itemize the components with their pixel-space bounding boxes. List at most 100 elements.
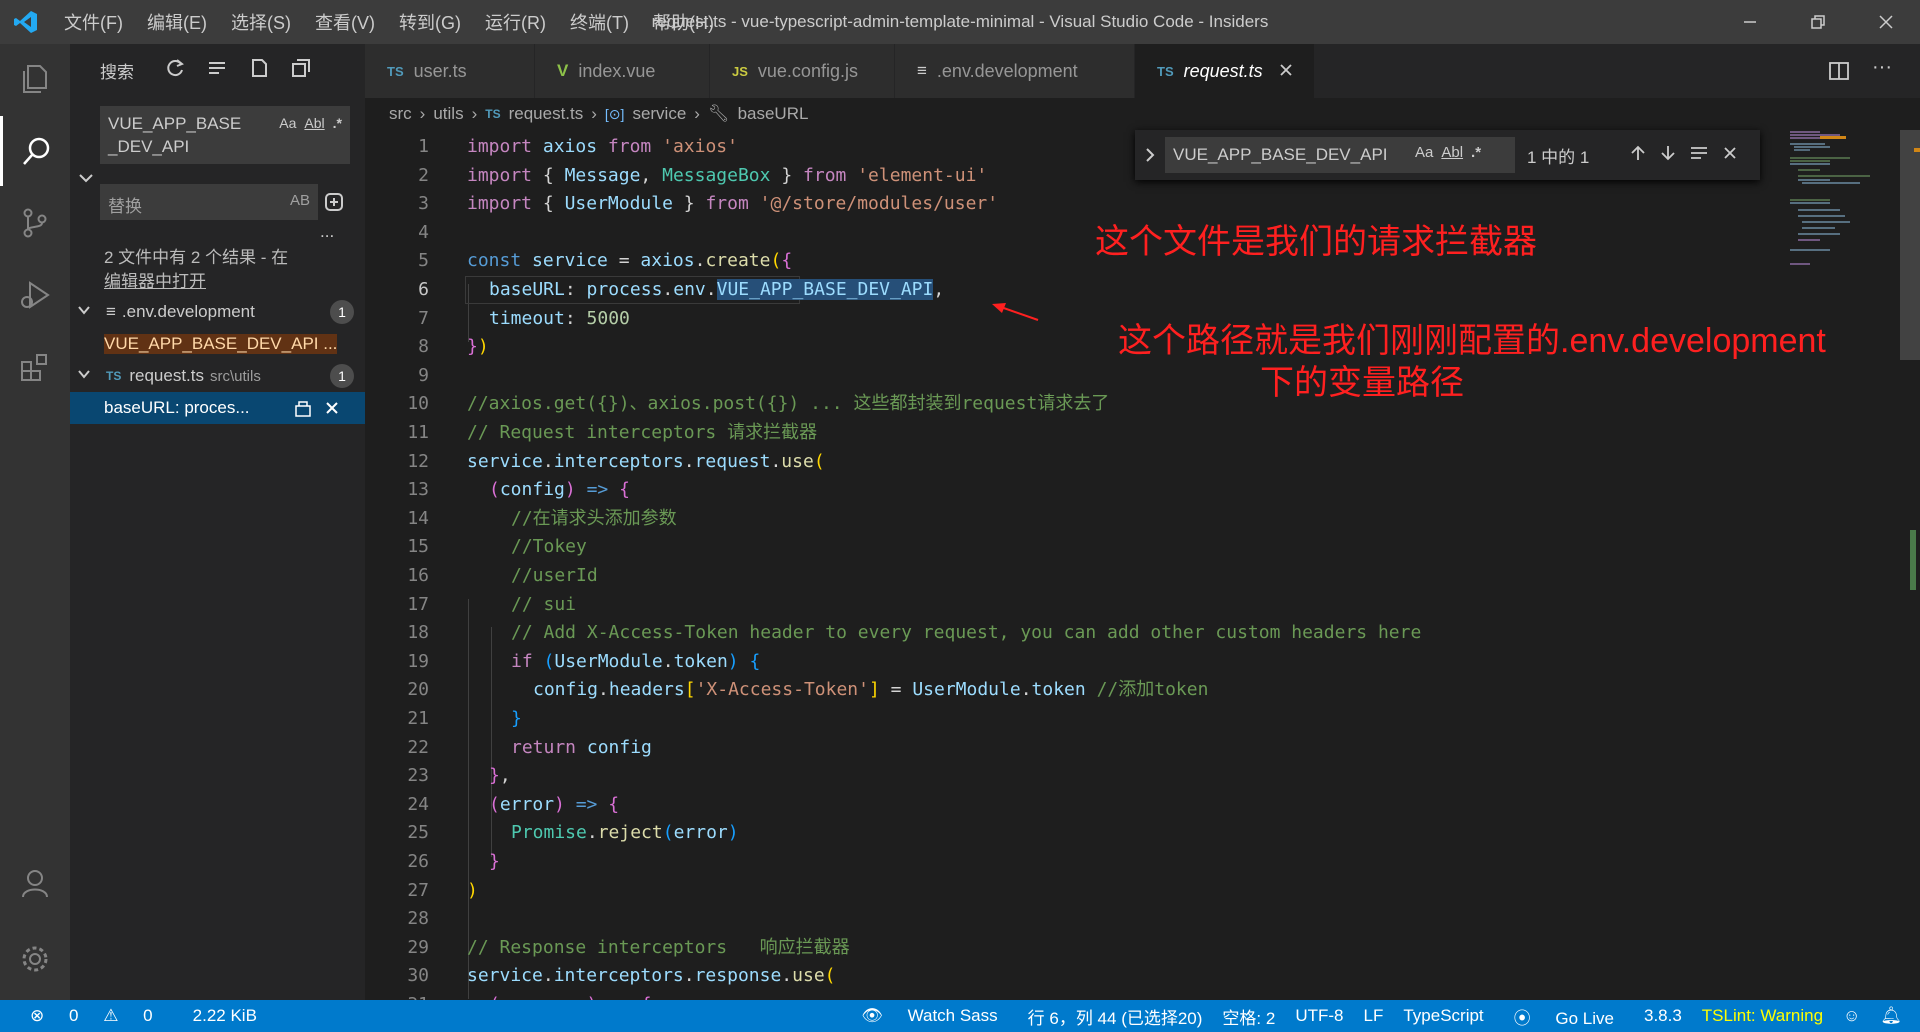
menu-run[interactable]: 运行(R) xyxy=(473,9,558,35)
accounts-icon[interactable] xyxy=(0,848,70,918)
search-sidebar: 搜索 VUE_APP_BASE _DEV_API Aa Abl .* 替换 AB… xyxy=(70,44,365,1000)
tab-label: request.ts xyxy=(1183,60,1263,81)
typescript-file-icon: TS xyxy=(106,369,122,383)
toggle-replace-chevron-icon[interactable] xyxy=(1143,146,1157,169)
status-bar: ⊗ 0 ⚠ 0 2.22 KiB 👁︎ Watch Sass 行 6，列 44 … xyxy=(0,1000,1920,1032)
go-live-button[interactable]: ⦿ Go Live xyxy=(1494,1004,1634,1029)
search-icon[interactable] xyxy=(0,116,70,186)
search-input-line2: _DEV_API xyxy=(108,137,190,156)
breadcrumb-service[interactable]: service xyxy=(632,104,686,124)
close-window-icon[interactable] xyxy=(1852,0,1920,44)
breadcrumb-baseurl[interactable]: baseURL xyxy=(738,104,809,124)
new-search-editor-icon[interactable] xyxy=(248,57,270,84)
minimize-icon[interactable] xyxy=(1716,0,1784,44)
replace-all-icon[interactable] xyxy=(322,190,346,219)
chevron-right-icon: › xyxy=(419,104,426,123)
watch-sass-button[interactable]: 👁︎ Watch Sass xyxy=(841,1006,1017,1026)
find-input[interactable]: VUE_APP_BASE_DEV_API Aa Abl .* xyxy=(1165,137,1515,173)
menu-file[interactable]: 文件(F) xyxy=(52,9,135,35)
menu-terminal[interactable]: 终端(T) xyxy=(558,9,641,35)
clear-results-icon[interactable] xyxy=(206,57,228,84)
title-bar: 文件(F) 编辑(E) 选择(S) 查看(V) 转到(G) 运行(R) 终端(T… xyxy=(0,0,1920,44)
file-lines-icon: ≡ xyxy=(917,61,927,80)
result-match-request[interactable]: baseURL: proces... xyxy=(70,392,365,424)
settings-gear-icon[interactable] xyxy=(0,924,70,994)
annotation-path-note-line2: 下的变量路径 xyxy=(1260,364,1464,402)
scrollbar-match-marker xyxy=(1914,148,1920,152)
breadcrumb-src[interactable]: src xyxy=(389,104,412,124)
annotation-arrow-icon xyxy=(990,300,1040,329)
explorer-icon[interactable] xyxy=(0,44,70,114)
dismiss-match-icon[interactable] xyxy=(324,400,340,421)
end-of-line[interactable]: LF xyxy=(1354,1006,1394,1026)
extensions-icon[interactable] xyxy=(0,332,70,402)
tab-label: .env.development xyxy=(936,60,1078,81)
file-size[interactable]: 2.22 KiB xyxy=(183,1006,267,1026)
tab-env-development[interactable]: ≡ .env.development xyxy=(895,44,1135,98)
next-match-icon[interactable] xyxy=(1659,144,1677,167)
javascript-file-icon: JS xyxy=(732,63,748,79)
run-debug-icon[interactable] xyxy=(0,260,70,330)
watch-sass-label: Watch Sass xyxy=(907,1006,998,1025)
minimap[interactable] xyxy=(1790,130,1900,1000)
find-in-selection-icon[interactable] xyxy=(1689,144,1709,167)
more-options[interactable]: ... xyxy=(320,222,334,242)
breadcrumb-file[interactable]: request.ts xyxy=(509,104,584,124)
match-case-toggle[interactable]: Aa xyxy=(1415,144,1433,161)
file-lines-icon: ≡ xyxy=(106,302,116,321)
result-match-env[interactable]: VUE_APP_BASE_DEV_API ... xyxy=(70,328,365,360)
menu-go[interactable]: 转到(G) xyxy=(387,9,473,35)
match-word-toggle[interactable]: Abl xyxy=(304,112,324,135)
breadcrumb: src › utils › TS request.ts › [⊙] servic… xyxy=(365,98,1920,130)
toggle-replace-chevron-icon[interactable] xyxy=(76,168,96,188)
refresh-icon[interactable] xyxy=(164,57,186,84)
menu-help[interactable]: 帮助(H) xyxy=(641,9,726,35)
problems-indicator[interactable]: ⊗ 0 ⚠ 0 xyxy=(0,1006,173,1026)
eye-icon: 👁︎ xyxy=(861,1006,883,1025)
code-line-current: 6 baseURL: process.env.VUE_APP_BASE_DEV_A… xyxy=(365,276,1765,305)
tslint-status[interactable]: TSLint: Warning xyxy=(1692,1006,1833,1026)
editor-scrollbar[interactable] xyxy=(1900,130,1920,1000)
match-case-toggle[interactable]: Aa xyxy=(279,112,296,135)
replace-match-icon[interactable] xyxy=(294,398,312,423)
feedback-icon[interactable]: ☺ xyxy=(1833,1006,1870,1026)
error-count: 0 xyxy=(68,1006,79,1025)
menu-edit[interactable]: 编辑(E) xyxy=(135,9,219,35)
replace-input[interactable]: 替换 AB xyxy=(100,184,318,220)
menu-selection[interactable]: 选择(S) xyxy=(219,9,303,35)
language-mode[interactable]: TypeScript xyxy=(1393,1006,1493,1026)
notifications-bell-icon[interactable]: 🔔︎ xyxy=(1870,1006,1920,1026)
regex-toggle[interactable]: .* xyxy=(333,112,342,135)
result-file-env[interactable]: ≡ .env.development 1 xyxy=(70,296,365,328)
preserve-case-toggle[interactable]: AB xyxy=(290,192,310,209)
source-control-icon[interactable] xyxy=(0,188,70,258)
menu-view[interactable]: 查看(V) xyxy=(303,9,387,35)
more-actions-icon[interactable]: ··· xyxy=(1872,56,1892,79)
breadcrumb-utils[interactable]: utils xyxy=(433,104,463,124)
tab-index-vue[interactable]: V index.vue xyxy=(535,44,710,98)
indentation[interactable]: 空格: 2 xyxy=(1212,1004,1285,1029)
editor-tabs: TS user.ts V index.vue JS vue.config.js … xyxy=(365,44,1920,98)
scrollbar-thumb[interactable] xyxy=(1900,130,1920,360)
match-word-toggle[interactable]: Abl xyxy=(1441,144,1463,161)
restore-icon[interactable] xyxy=(1784,0,1852,44)
split-editor-icon[interactable] xyxy=(1828,60,1850,87)
result-file-request[interactable]: TS request.ts src\utils 1 xyxy=(70,360,365,392)
close-tab-icon[interactable] xyxy=(1279,61,1293,82)
cursor-position[interactable]: 行 6，列 44 (已选择20) xyxy=(1018,1004,1213,1029)
search-match-highlight: VUE_APP_BASE_DEV_API xyxy=(716,279,934,300)
collapse-all-icon[interactable] xyxy=(290,57,312,84)
tab-label: vue.config.js xyxy=(757,60,858,81)
tab-request-ts[interactable]: TS request.ts xyxy=(1135,44,1315,98)
search-input[interactable]: VUE_APP_BASE _DEV_API Aa Abl .* xyxy=(100,106,350,164)
regex-toggle[interactable]: .* xyxy=(1471,144,1481,161)
typescript-version[interactable]: 3.8.3 xyxy=(1634,1006,1692,1026)
encoding[interactable]: UTF-8 xyxy=(1285,1006,1353,1026)
tab-label: user.ts xyxy=(413,60,467,81)
close-find-icon[interactable] xyxy=(1723,145,1737,165)
result-summary[interactable]: 2 文件中有 2 个结果 - 在 编辑器中打开 xyxy=(104,246,288,294)
tab-vue-config-js[interactable]: JS vue.config.js xyxy=(710,44,895,98)
open-in-editor-link[interactable]: 编辑器中打开 xyxy=(104,270,288,294)
previous-match-icon[interactable] xyxy=(1629,144,1647,167)
tab-user-ts[interactable]: TS user.ts xyxy=(365,44,535,98)
